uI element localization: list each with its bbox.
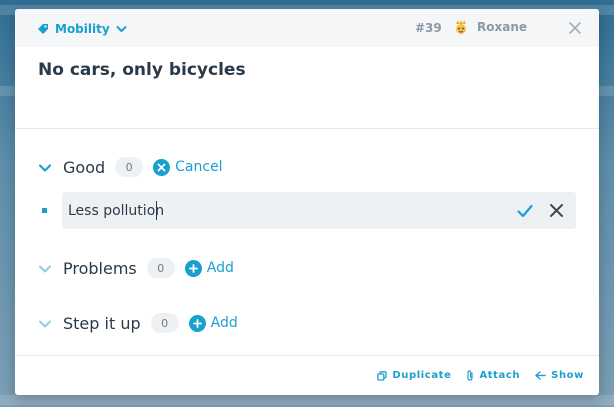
duplicate-label: Duplicate [392,370,452,381]
attach-button[interactable]: Attach [466,370,520,381]
chevron-down-icon[interactable] [38,160,52,174]
cancel-icon [153,158,171,176]
card-modal: Mobility #39 Roxane No cars, only bicycl… [15,9,599,395]
show-label: Show [551,370,584,381]
section-label: Problems [63,258,137,278]
section-step-it-up: Step it up 0 Add [38,313,238,333]
card-author[interactable]: Roxane [453,18,527,36]
section-label: Good [63,157,106,177]
share-icon [535,371,546,380]
attach-label: Attach [479,370,521,381]
plus-icon [188,314,206,332]
text-caret [156,201,157,220]
plus-icon [184,259,202,277]
add-button[interactable]: Add [188,314,238,332]
duplicate-icon [377,370,388,381]
check-icon[interactable] [516,202,534,220]
close-icon[interactable] [549,203,564,218]
add-label: Add [210,315,238,331]
item-text-input[interactable] [68,192,498,229]
section-problems: Problems 0 Add [38,258,234,278]
card-header: Mobility #39 Roxane [15,9,599,47]
divider [15,128,599,129]
card-title[interactable]: No cars, only bicycles [38,60,246,80]
add-button[interactable]: Add [184,259,234,277]
backdrop-stripe [0,395,614,405]
paperclip-icon [466,370,474,381]
chevron-down-icon [116,25,127,33]
list-bullet [42,208,47,213]
add-label: Add [206,260,234,276]
cancel-button[interactable]: Cancel [153,158,223,176]
category-dropdown[interactable]: Mobility [37,21,127,37]
show-button[interactable]: Show [535,370,584,381]
duplicate-button[interactable]: Duplicate [377,370,451,381]
footer-actions: Duplicate Attach Show [377,370,584,381]
category-label: Mobility [55,22,110,36]
count-badge: 0 [150,313,179,333]
section-good: Good 0 Cancel [38,157,223,177]
chevron-down-icon[interactable] [38,261,52,275]
cancel-label: Cancel [175,159,223,175]
card-number: #39 [415,21,442,35]
avatar [453,18,469,36]
divider [15,355,599,356]
count-badge: 0 [115,157,144,177]
chevron-down-icon[interactable] [38,316,52,330]
section-label: Step it up [63,313,141,333]
item-editor [62,192,576,229]
author-name: Roxane [477,20,528,34]
close-icon[interactable] [567,20,583,36]
tag-icon [37,23,49,35]
count-badge: 0 [146,258,175,278]
